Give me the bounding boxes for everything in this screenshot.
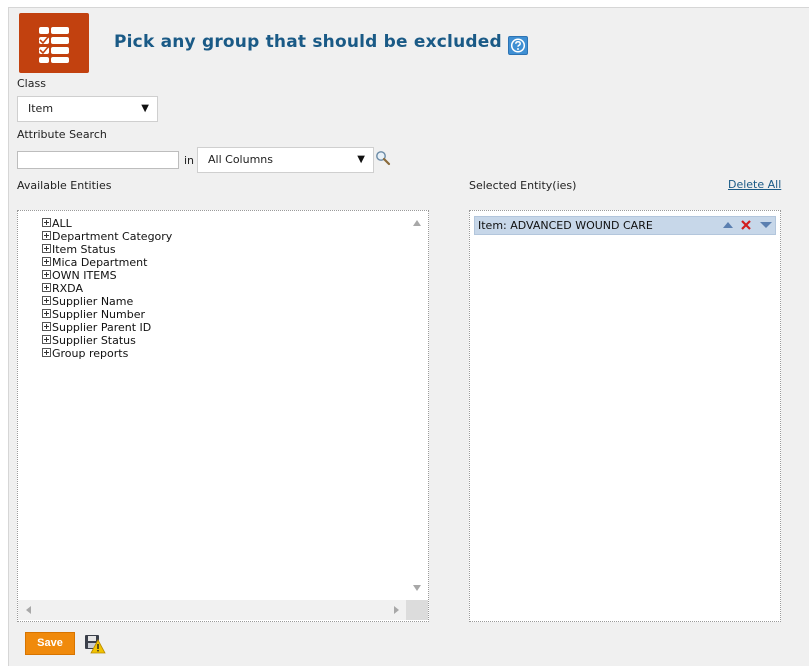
disk-warning-icon[interactable]: [84, 634, 106, 654]
move-up-icon[interactable]: [722, 219, 734, 231]
tree-item[interactable]: Supplier Status: [42, 334, 136, 347]
tree-item[interactable]: Supplier Number: [42, 308, 145, 321]
tree-item-label: Group reports: [52, 347, 129, 360]
tree-item[interactable]: Item Status: [42, 243, 116, 256]
dropdown-arrow-icon: ▼: [357, 154, 365, 165]
attribute-search-input[interactable]: [17, 151, 179, 169]
selected-entity-label: Item: ADVANCED WOUND CARE: [478, 219, 653, 232]
question-circle-icon[interactable]: [508, 36, 528, 55]
horizontal-scrollbar[interactable]: [18, 600, 407, 620]
save-button[interactable]: Save: [25, 632, 75, 655]
checklist-icon: [19, 13, 89, 73]
expand-plus-icon[interactable]: [42, 270, 51, 279]
tree-item[interactable]: Mica Department: [42, 256, 147, 269]
class-select-value: Item: [28, 102, 54, 115]
expand-plus-icon[interactable]: [42, 322, 51, 331]
expand-plus-icon[interactable]: [42, 218, 51, 227]
tree-item-label: Supplier Number: [52, 308, 146, 321]
expand-plus-icon[interactable]: [42, 296, 51, 305]
expand-plus-icon[interactable]: [42, 231, 51, 240]
expand-plus-icon[interactable]: [42, 348, 51, 357]
column-select-value: All Columns: [208, 153, 273, 166]
in-label: in: [184, 154, 195, 167]
selected-entities-list[interactable]: [469, 210, 781, 622]
tree-item-label: Supplier Status: [52, 334, 136, 347]
attribute-search-label: Attribute Search: [17, 128, 107, 141]
expand-plus-icon[interactable]: [42, 244, 51, 253]
delete-all-link[interactable]: Delete All: [728, 178, 781, 191]
expand-plus-icon[interactable]: [42, 257, 51, 266]
dropdown-arrow-icon: ▼: [141, 103, 149, 114]
magnifier-icon[interactable]: [375, 150, 391, 166]
class-select[interactable]: Item ▼: [17, 96, 158, 122]
column-select[interactable]: All Columns ▼: [197, 147, 374, 173]
class-label: Class: [17, 77, 46, 90]
tree-item[interactable]: OWN ITEMS: [42, 269, 117, 282]
tree-item[interactable]: Group reports: [42, 347, 128, 360]
tree-item-label: Mica Department: [52, 256, 148, 269]
tree-item-label: Supplier Name: [52, 295, 134, 308]
tree-item-label: OWN ITEMS: [52, 269, 117, 282]
vertical-scrollbar[interactable]: [406, 211, 428, 600]
tree-item-label: ALL: [52, 217, 72, 230]
tree-item[interactable]: Supplier Parent ID: [42, 321, 151, 334]
tree-item-label: Supplier Parent ID: [52, 321, 152, 334]
remove-icon[interactable]: [740, 219, 752, 231]
available-entities-label: Available Entities: [17, 179, 112, 192]
tree-item[interactable]: Department Category: [42, 230, 172, 243]
selected-entities-label: Selected Entity(ies): [469, 179, 577, 192]
tree-item-label: Item Status: [52, 243, 116, 256]
tree-item[interactable]: RXDA: [42, 282, 83, 295]
tree-item[interactable]: Supplier Name: [42, 295, 133, 308]
page-title: Pick any group that should be excluded: [114, 32, 502, 52]
tree-item-label: RXDA: [52, 282, 83, 295]
tree-item-label: Department Category: [52, 230, 173, 243]
scrollbar-corner: [406, 600, 428, 620]
tree-item[interactable]: ALL: [42, 217, 72, 230]
expand-plus-icon[interactable]: [42, 335, 51, 344]
move-down-icon[interactable]: [759, 219, 773, 231]
expand-plus-icon[interactable]: [42, 309, 51, 318]
expand-plus-icon[interactable]: [42, 283, 51, 292]
